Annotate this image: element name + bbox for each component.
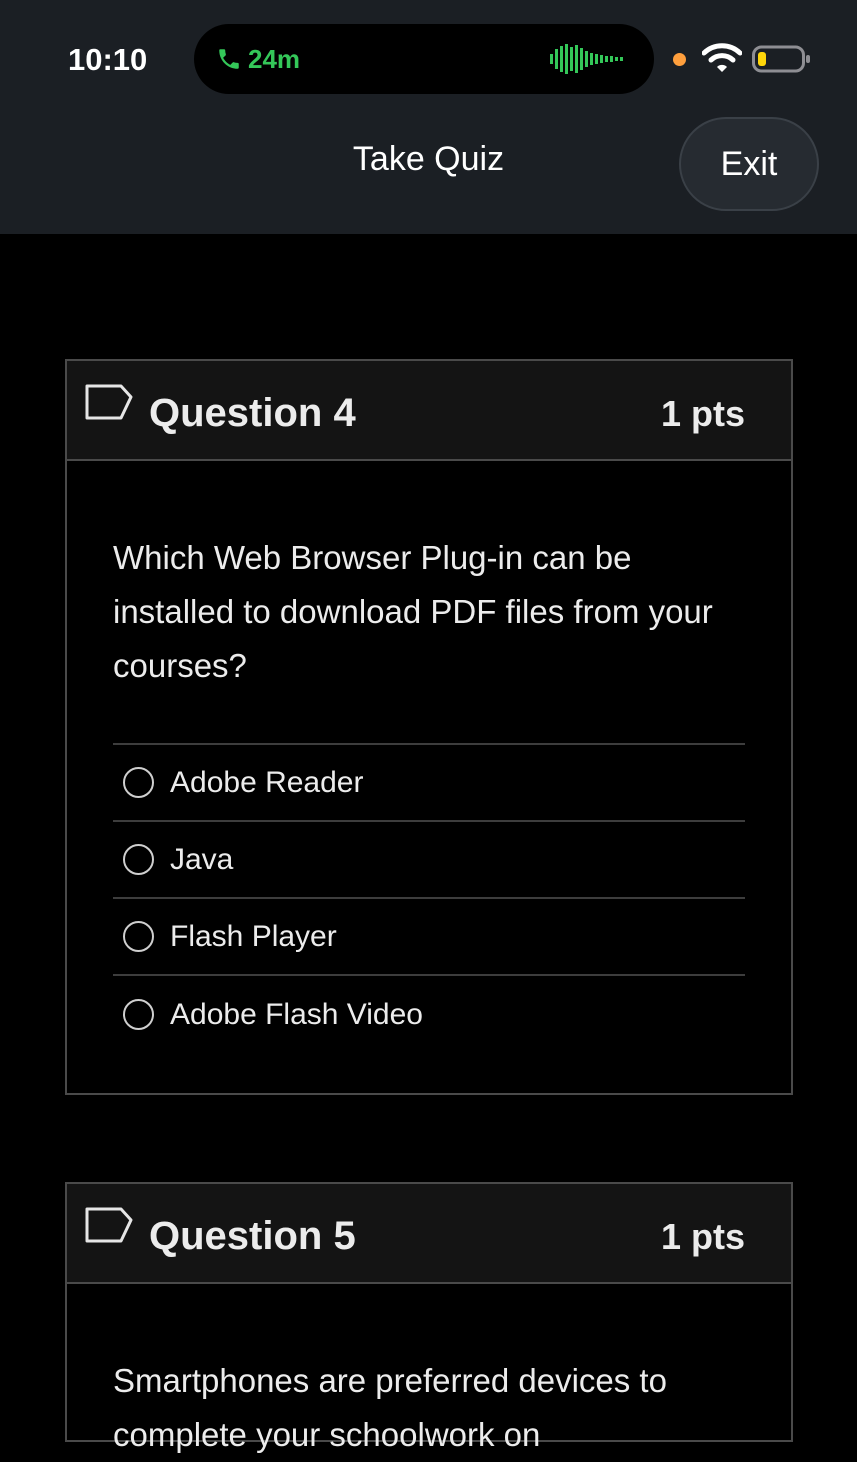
call-duration: 24m xyxy=(248,44,301,74)
status-time: 10:10 xyxy=(68,42,148,77)
question-title: Question 4 xyxy=(149,391,356,435)
recording-dot-icon xyxy=(673,53,686,66)
dynamic-island[interactable]: 24m xyxy=(194,24,654,94)
answer-label: Adobe Flash Video xyxy=(170,997,423,1031)
answer-option[interactable]: Adobe Reader xyxy=(113,745,745,822)
battery-icon xyxy=(752,45,810,73)
question-title: Question 5 xyxy=(149,1214,356,1258)
phone-icon xyxy=(219,49,239,69)
flag-question-icon[interactable] xyxy=(85,383,133,421)
flag-question-icon[interactable] xyxy=(85,1206,133,1244)
wifi-icon xyxy=(702,43,742,72)
question-header: Question 4 1 pts xyxy=(67,361,791,461)
radio-button[interactable] xyxy=(123,999,154,1030)
question-text: Which Web Browser Plug-in can be install… xyxy=(113,539,713,684)
question-text: Smartphones are preferred devices to com… xyxy=(113,1362,667,1453)
exit-button[interactable]: Exit xyxy=(679,117,819,211)
question-points: 1 pts xyxy=(660,1216,745,1257)
question-header: Question 5 1 pts xyxy=(67,1184,791,1284)
answer-list: Adobe Reader Java Flash Player Adobe Fla… xyxy=(113,743,745,1093)
question-card: Question 4 1 pts Which Web Browser Plug-… xyxy=(65,359,793,1095)
answer-label: Java xyxy=(170,842,234,876)
radio-button[interactable] xyxy=(123,844,154,875)
waveform-icon xyxy=(550,44,623,74)
top-bar: 10:10 24m Take Quiz Exit xyxy=(0,0,857,234)
question-points: 1 pts xyxy=(660,393,745,434)
question-body: Smartphones are preferred devices to com… xyxy=(67,1284,791,1462)
answer-option[interactable]: Java xyxy=(113,822,745,899)
answer-label: Flash Player xyxy=(170,919,337,953)
answer-option[interactable]: Flash Player xyxy=(113,899,745,976)
question-card: Question 5 1 pts Smartphones are preferr… xyxy=(65,1182,793,1453)
question-body: Which Web Browser Plug-in can be install… xyxy=(67,461,791,1093)
answer-option[interactable]: Adobe Flash Video xyxy=(113,976,745,1053)
answer-label: Adobe Reader xyxy=(170,765,364,799)
radio-button[interactable] xyxy=(123,767,154,798)
radio-button[interactable] xyxy=(123,921,154,952)
